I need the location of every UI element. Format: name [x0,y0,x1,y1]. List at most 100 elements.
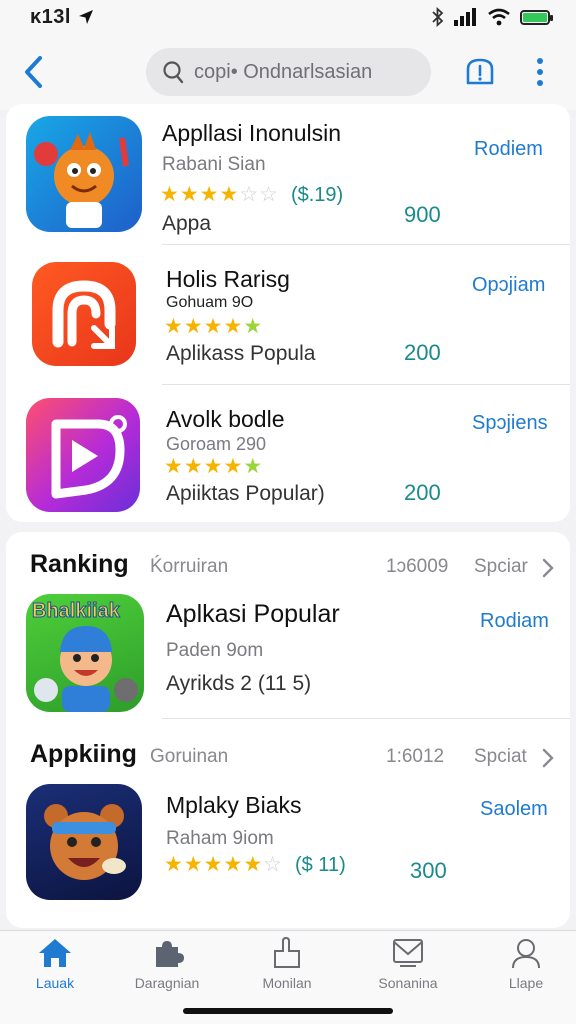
app-list-item[interactable]: Mplaky Biaks Raham 9iom ★ ★ ★ ★ ★ ☆ ($ 1… [6,782,570,912]
tab-label: Sonanina [378,975,438,991]
app-title: Appllasi Inonulsin [162,120,342,146]
star-icon: ★ [160,183,179,206]
app-price: ($.19) [290,183,344,206]
tab-inbox[interactable]: Sonanina [358,937,458,999]
app-list-item[interactable]: Bhalkiiak Aplkasi Popular Paden 9om Ayri… [6,590,570,720]
app-price: ($ 11) [294,853,346,876]
section-subtitle: Ḱorruiran [150,556,229,577]
app-subtitle: Gohuam 9O [166,294,254,311]
app-subtitle: Goroam 290 [166,434,267,454]
section-see-all-link[interactable]: Spciar [474,556,528,578]
star-icon: ★ [223,315,243,338]
app-count: 300 [410,858,447,883]
app-subtitle: Rabani Sian [162,154,266,175]
app-category: Ayrikds 2 (11 5) [166,672,312,695]
app-icon-game: Bhalkiiak [26,594,144,712]
star-icon: ★ [199,183,219,206]
search-placeholder: ᴄopi• Ondnarlsasian [194,60,373,83]
star-icon: ★ [203,853,223,876]
app-get-button[interactable]: Rodiam [480,610,549,633]
star-icon: ☆ [263,853,282,876]
section-header-appkiing: Appkiing Goruinan 1:6012 Spciat [6,736,570,776]
alert-button[interactable] [462,52,498,92]
star-icon: ★ [203,315,223,338]
tab-games[interactable]: Daragnian [117,937,217,999]
app-get-button[interactable]: Opɔjiam [472,274,545,297]
tab-arcade[interactable]: Monilan [237,937,337,999]
status-time: ᴋ13l [30,6,95,29]
section-title: Appkiing [30,740,137,768]
app-get-button[interactable]: Saolem [480,798,548,821]
app-icon-mascot [26,116,142,232]
app-list-item[interactable]: Holis Rarisg Gohuam 9O ★ ★ ★ ★ ★ Aplikas… [6,254,570,384]
divider [162,244,570,245]
star-icon: ☆ [239,183,259,206]
app-list-item[interactable]: Appllasi Inonulsin Rabani Sian ★ ★ ★ ★ ☆… [6,114,570,244]
more-vertical-icon [537,58,543,86]
top-apps-card: Appllasi Inonulsin Rabani Sian ★ ★ ★ ★ ☆… [6,104,570,522]
app-get-button[interactable]: Rodiem [474,138,543,161]
section-subtitle: Goruinan [150,746,229,767]
section-count: 1:6012 [386,746,445,767]
tab-label: Monilan [262,975,312,991]
star-icon: ★ [164,853,183,876]
tab-label: Daragnian [134,975,200,991]
app-category: Appa [162,212,212,235]
app-icon-video [26,398,140,512]
app-subtitle: Raham 9iom [166,828,274,849]
chevron-right-icon[interactable] [542,748,554,768]
app-category: Aplikass Popula [166,342,316,365]
rating-stars: ★ ★ ★ ★ ★ [164,316,262,337]
star-icon: ★ [164,455,183,478]
app-count: 200 [404,340,441,365]
wifi-icon [488,8,510,26]
section-title: Ranking [30,550,129,578]
app-title: Mplaky Biaks [166,792,302,818]
star-icon: ★ [219,183,239,206]
rating-stars: ★ ★ ★ ★ ☆ ☆ ($.19) [160,184,343,205]
app-title: Aplkasi Popular [166,600,340,628]
app-count: 200 [404,480,441,505]
star-icon: ★ [164,315,183,338]
star-icon: ★ [223,455,243,478]
home-indicator [183,1008,393,1014]
home-icon [39,939,71,967]
app-subtitle: Paden 9om [166,640,264,661]
star-icon: ★ [223,853,243,876]
profile-icon [512,939,540,969]
tab-profile[interactable]: Llape [476,937,576,999]
location-arrow-icon [78,10,93,24]
status-bar: ᴋ13l [0,0,576,34]
rating-stars: ★ ★ ★ ★ ★ ☆ ($ 11) [164,854,346,875]
app-count: 900 [404,202,441,227]
chevron-right-icon[interactable] [542,558,554,578]
signal-icon [454,8,476,26]
mascot-icon [34,132,129,228]
battery-icon [520,9,553,25]
divider [162,384,570,385]
star-icon: ★ [243,455,263,478]
search-input[interactable]: ᴄopi• Ondnarlsasian [146,48,431,96]
music-arrow-icon [52,280,116,349]
back-button[interactable] [18,52,48,92]
bluetooth-icon [432,7,444,27]
inbox-icon [393,939,423,967]
app-title: Avolk bodle [166,406,285,432]
bear-character-icon [44,804,126,880]
star-icon: ★ [203,455,223,478]
section-see-all-link[interactable]: Spciat [474,746,527,768]
status-time-text: ᴋ13l [30,5,71,28]
star-icon: ☆ [259,183,278,206]
star-icon: ★ [243,853,263,876]
app-get-button[interactable]: Spɔjiens [472,412,548,435]
app-category: Apiiktas Popular) [166,482,325,505]
tab-home[interactable]: Lauak [5,937,105,999]
tab-label: Lauak [35,975,75,991]
app-list-item[interactable]: Avolk bodle Goroam 290 ★ ★ ★ ★ ★ Apiikta… [6,392,570,522]
search-icon [163,61,184,84]
more-options-button[interactable] [528,52,552,92]
play-icon [51,415,127,499]
game-icon-text: Bhalkiiak [32,600,121,623]
star-icon: ★ [183,455,203,478]
star-icon: ★ [183,315,203,338]
